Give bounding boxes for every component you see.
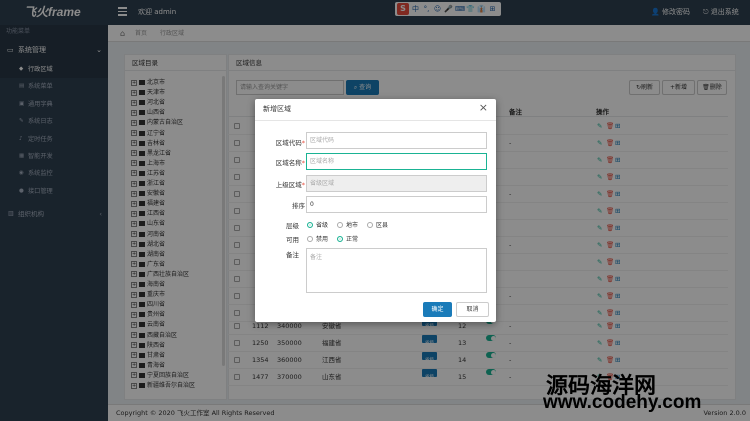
radio-dot [307,222,313,228]
radio-dot [337,236,343,242]
enabled-radio-disabled[interactable]: 禁用 [307,234,328,243]
radio-dot [337,222,343,228]
dialog-title: 新增区域 [263,105,291,113]
sort-input[interactable]: 0 [306,196,487,213]
level-label: 层级 [286,222,299,230]
close-icon[interactable]: × [479,101,488,114]
enabled-radio-normal[interactable]: 正常 [337,234,358,243]
remark-label: 备注 [286,251,299,259]
dialog-divider [255,120,496,121]
parent-label: 上级区域* [275,181,305,189]
sort-label: 排序 [292,202,305,210]
level-radio-province[interactable]: 省级 [307,220,328,229]
code-input[interactable]: 区域代码 [306,132,487,149]
confirm-button[interactable]: 确定 [423,302,452,317]
name-label: 区域名称* [275,159,305,167]
code-label: 区域代码* [275,139,305,147]
remark-textarea[interactable]: 备注 [306,248,487,293]
name-input[interactable]: 区域名称 [306,153,487,170]
enabled-label: 可用 [286,236,299,244]
radio-dot [367,222,373,228]
cancel-button[interactable]: 取消 [456,302,489,317]
add-region-dialog: 新增区域 × 区域代码* 区域代码 区域名称* 区域名称 上级区域* 省级区域 … [255,99,496,322]
level-radio-city[interactable]: 地市 [337,220,358,229]
radio-dot [307,236,313,242]
parent-input[interactable]: 省级区域 [306,175,487,192]
level-radio-county[interactable]: 区县 [367,220,388,229]
watermark-url: www.codehy.com [543,392,702,413]
